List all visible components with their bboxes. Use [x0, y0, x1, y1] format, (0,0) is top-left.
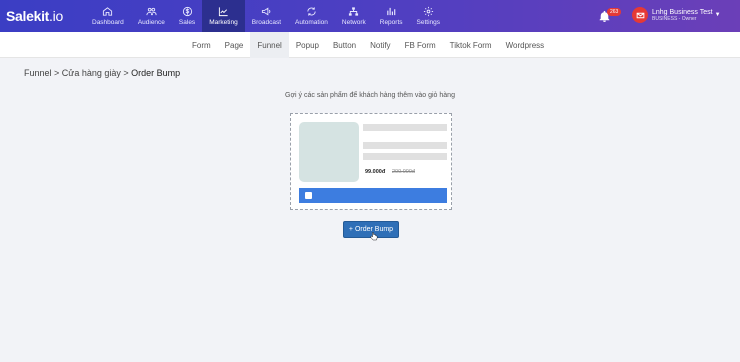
nav-item-label: Audience [137, 19, 165, 26]
breadcrumb-separator: > [120, 68, 132, 78]
breadcrumb: Funnel > Cửa hàng giày > Order Bump [24, 68, 180, 78]
users-icon [146, 7, 157, 16]
breadcrumb-current: Order Bump [131, 68, 181, 78]
subnav-tab-funnel[interactable]: Funnel [250, 32, 289, 58]
megaphone-icon [261, 7, 271, 16]
nav-item-label: Sales [178, 19, 196, 26]
logo-suffix: .io [49, 8, 63, 24]
nav-item-label: Dashboard [92, 19, 124, 26]
nav-item-sales[interactable]: Sales [172, 0, 202, 32]
product-price: 99.000đ [365, 169, 386, 175]
product-old-price: 200.000đ [392, 169, 415, 175]
nav-item-audience[interactable]: Audience [131, 0, 172, 32]
hint-text: Gợi ý các sản phẩm để khách hàng thêm và… [285, 92, 455, 99]
breadcrumb-separator: > [51, 68, 62, 78]
nav-item-broadcast[interactable]: Broadcast [245, 0, 288, 32]
nav-item-settings[interactable]: Settings [410, 0, 448, 32]
nav-item-dashboard[interactable]: Dashboard [85, 0, 131, 32]
account-name: Lnhg Business Test [652, 8, 713, 16]
nav-item-label: Marketing [209, 19, 238, 26]
order-bump-preview: 99.000đ 200.000đ [290, 113, 452, 210]
product-image-placeholder [299, 122, 359, 182]
hand-cursor-icon [370, 232, 378, 241]
subnav-tab-wordpress[interactable]: Wordpress [499, 32, 552, 58]
sub-nav: Form Page Funnel Popup Button Notify FB Form Ti… [0, 32, 740, 58]
bar-chart-icon [386, 7, 395, 16]
nav-item-label: Automation [295, 19, 328, 26]
account-role: BUSINESS - Owner [652, 15, 697, 22]
text-placeholder [363, 142, 447, 149]
nav-item-reports[interactable]: Reports [373, 0, 410, 32]
chevron-down-icon: ▼ [714, 12, 721, 18]
nav-item-label: Broadcast [251, 19, 282, 26]
gear-icon [423, 6, 433, 17]
nav-item-label: Network [341, 19, 366, 26]
nav-item-network[interactable]: Network [335, 0, 373, 32]
breadcrumb-funnel[interactable]: Funnel [24, 68, 52, 78]
add-to-cart-bar[interactable] [299, 188, 447, 203]
dollar-icon [182, 6, 192, 17]
subnav-tab-notify[interactable]: Notify [363, 32, 397, 58]
subnav-tab-form[interactable]: Form [185, 32, 218, 58]
text-placeholder [363, 153, 447, 160]
chart-icon [218, 7, 228, 17]
nav-item-label: Reports [379, 19, 403, 26]
cycle-icon [307, 7, 316, 16]
subnav-tab-popup[interactable]: Popup [289, 32, 326, 58]
breadcrumb-store[interactable]: Cửa hàng giày [62, 68, 121, 78]
notification-badge: 263 [607, 8, 622, 16]
top-navbar: Salekit.io Dashboard Audience Sales Marketi… [0, 0, 740, 32]
title-placeholder [363, 124, 447, 131]
main-nav: Dashboard Audience Sales Marketing Broadcast… [85, 0, 447, 32]
nav-item-label: Settings [416, 19, 441, 26]
mail-icon [632, 7, 648, 23]
subnav-tab-fb-form[interactable]: FB Form [398, 32, 443, 58]
home-icon [103, 7, 113, 16]
subnav-tab-button[interactable]: Button [326, 32, 363, 58]
nav-item-marketing[interactable]: Marketing [202, 0, 245, 32]
nav-item-automation[interactable]: Automation [288, 0, 335, 32]
app-logo[interactable]: Salekit.io [6, 8, 63, 24]
network-icon [349, 7, 359, 16]
subnav-tab-tiktok-form[interactable]: Tiktok Form [443, 32, 499, 58]
subnav-tab-page[interactable]: Page [218, 32, 251, 58]
account-menu[interactable]: Lnhg Business Test BUSINESS - Owner ▼ [632, 7, 721, 23]
logo-main: Salekit [6, 8, 50, 24]
add-checkbox[interactable] [305, 192, 312, 199]
